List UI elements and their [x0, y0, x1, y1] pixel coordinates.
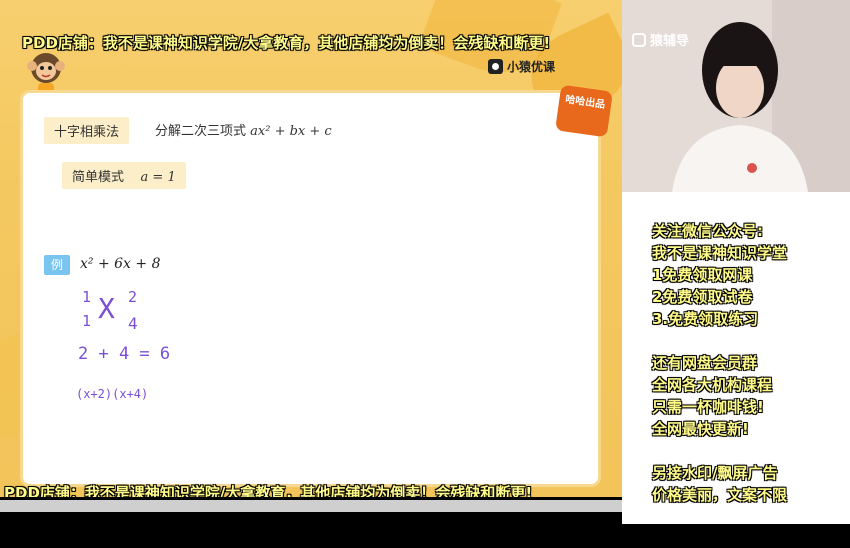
ad-line: 我不是课神知识学堂	[652, 244, 788, 262]
stamp-badge: 哈哈出品	[555, 84, 613, 138]
sum-equation: 2 + 4 = 6	[78, 344, 171, 364]
ad-line: 全网最快更新!	[652, 420, 749, 438]
ad-line: 1免费领取网课	[652, 266, 753, 284]
cross-right-top: 2	[128, 288, 138, 306]
ad-line: 价格美丽，文案不限	[652, 486, 788, 504]
ad-line: 2免费领取试卷	[652, 288, 753, 306]
ad-panel: 关注微信公众号: 我不是课神知识学堂 1免费领取网课 2免费领取试卷 3.免费领…	[622, 192, 850, 524]
watermark-top: PDD店铺：我不是课神知识学院/大拿教育，其他店铺均为倒卖！会残缺和断更!	[22, 34, 551, 52]
progress-strip[interactable]	[0, 500, 622, 512]
yuan-logo-icon	[488, 59, 503, 74]
ad-line: 另接水印/飘屏广告	[652, 464, 778, 482]
yuan-logo-icon	[632, 32, 646, 47]
ad-line: 3.免费领取练习	[652, 310, 759, 328]
mode-formula: a = 1	[140, 170, 176, 185]
mode-label: 简单模式	[72, 170, 125, 185]
brand-name: 小猿优课	[507, 60, 556, 74]
teacher-webcam	[622, 0, 850, 192]
lesson-subtitle: 分解二次三项式 ax² + bx + c	[155, 120, 332, 139]
ad-line: 关注微信公众号:	[652, 222, 763, 240]
watermark-bottom: PDD店铺：我不是课神知识学院/大拿教育，其他店铺均为倒卖！会残缺和断更!	[4, 484, 533, 497]
mode-tag: 简单模式 a = 1	[62, 162, 186, 189]
method-tag: 十字相乘法	[44, 117, 130, 144]
cross-mark: X	[98, 292, 115, 325]
example-label: 例	[44, 255, 70, 275]
ad-line: 全网各大机构课程	[652, 376, 773, 394]
camera-logo-text: 猿辅导	[650, 34, 690, 49]
subtitle-prefix: 分解二次三项式	[155, 124, 247, 139]
cross-left-bottom: 1	[82, 312, 92, 330]
video-stage: 哈哈出品 十字相乘法 分解二次三项式 ax² + bx + c 简单模式 a =…	[0, 0, 622, 497]
camera-logo: 猿辅导	[632, 30, 689, 49]
cross-right-bottom: 4	[128, 314, 138, 333]
player-bottom-bar	[0, 497, 622, 548]
example-expression: x² + 6x + 8	[80, 256, 161, 272]
ad-line: 只需一杯咖啡钱!	[652, 398, 764, 416]
factored-result: (x+2)(x+4)	[76, 387, 149, 401]
cross-left-top: 1	[82, 288, 92, 306]
stamp-text: 哈哈出品	[564, 94, 606, 111]
ad-line: 还有网盘会员群	[652, 354, 758, 372]
lesson-board	[20, 90, 601, 487]
subtitle-formula: ax² + bx + c	[250, 124, 332, 139]
teacher-video-frame	[622, 0, 850, 192]
brand-logo: 小猿优课	[488, 58, 555, 75]
